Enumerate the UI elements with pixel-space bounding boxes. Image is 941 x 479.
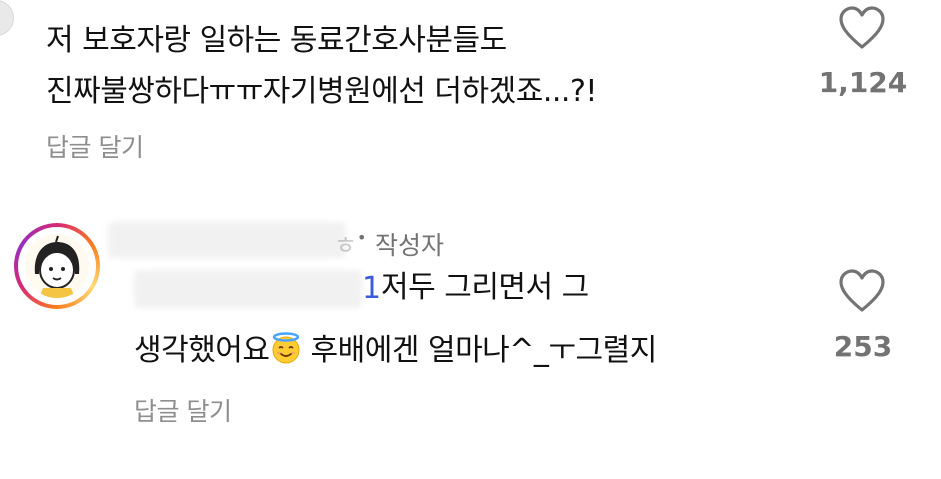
comment-1-like-count: 1,124 <box>818 66 908 99</box>
mention-blurred[interactable] <box>134 270 362 308</box>
comment-2-reply-button[interactable]: 답글 달기 <box>134 392 232 428</box>
author-name-tail: ㅎ <box>334 231 358 260</box>
cartoon-face-icon <box>34 235 80 298</box>
comment-2-line-1: 저두 그리면서 그 <box>381 270 589 305</box>
author-separator: • <box>357 228 367 247</box>
comment-2-like-button[interactable] <box>838 269 886 317</box>
comment-1-line-1: 저 보호자랑 일하는 동료간호사분들도 <box>46 23 507 58</box>
author-name-blurred[interactable] <box>108 222 346 258</box>
author-badge: 작성자 <box>375 231 445 260</box>
comment-2-line-2: 생각했어요 후배에겐 얼마나^_ㅜ그렬지 <box>134 325 657 376</box>
comment-1-line-2: 진짜불쌍하다ㅠㅠ자기병원에선 더하겠죠...?! <box>46 74 597 109</box>
comment-1-reply-button[interactable]: 답글 달기 <box>46 128 144 164</box>
comment-1-like-button[interactable] <box>838 6 886 54</box>
mention-tail[interactable]: 1 <box>362 270 381 308</box>
heart-outline-icon <box>839 269 885 312</box>
commenter-avatar[interactable] <box>14 223 100 309</box>
comment-1-body: 저 보호자랑 일하는 동료간호사분들도 진짜불쌍하다ㅠㅠ자기병원에선 더하겠죠.… <box>46 15 806 117</box>
heart-outline-icon <box>839 6 885 49</box>
smiling-face-with-halo-icon <box>272 332 299 364</box>
comment-2-line-2-part-a: 생각했어요 <box>134 333 270 368</box>
comment-2-like-count: 253 <box>833 330 893 363</box>
avatar-partial[interactable] <box>0 0 14 36</box>
comment-2-line-2-part-b: 후배에겐 얼마나^_ㅜ그렬지 <box>301 333 658 368</box>
